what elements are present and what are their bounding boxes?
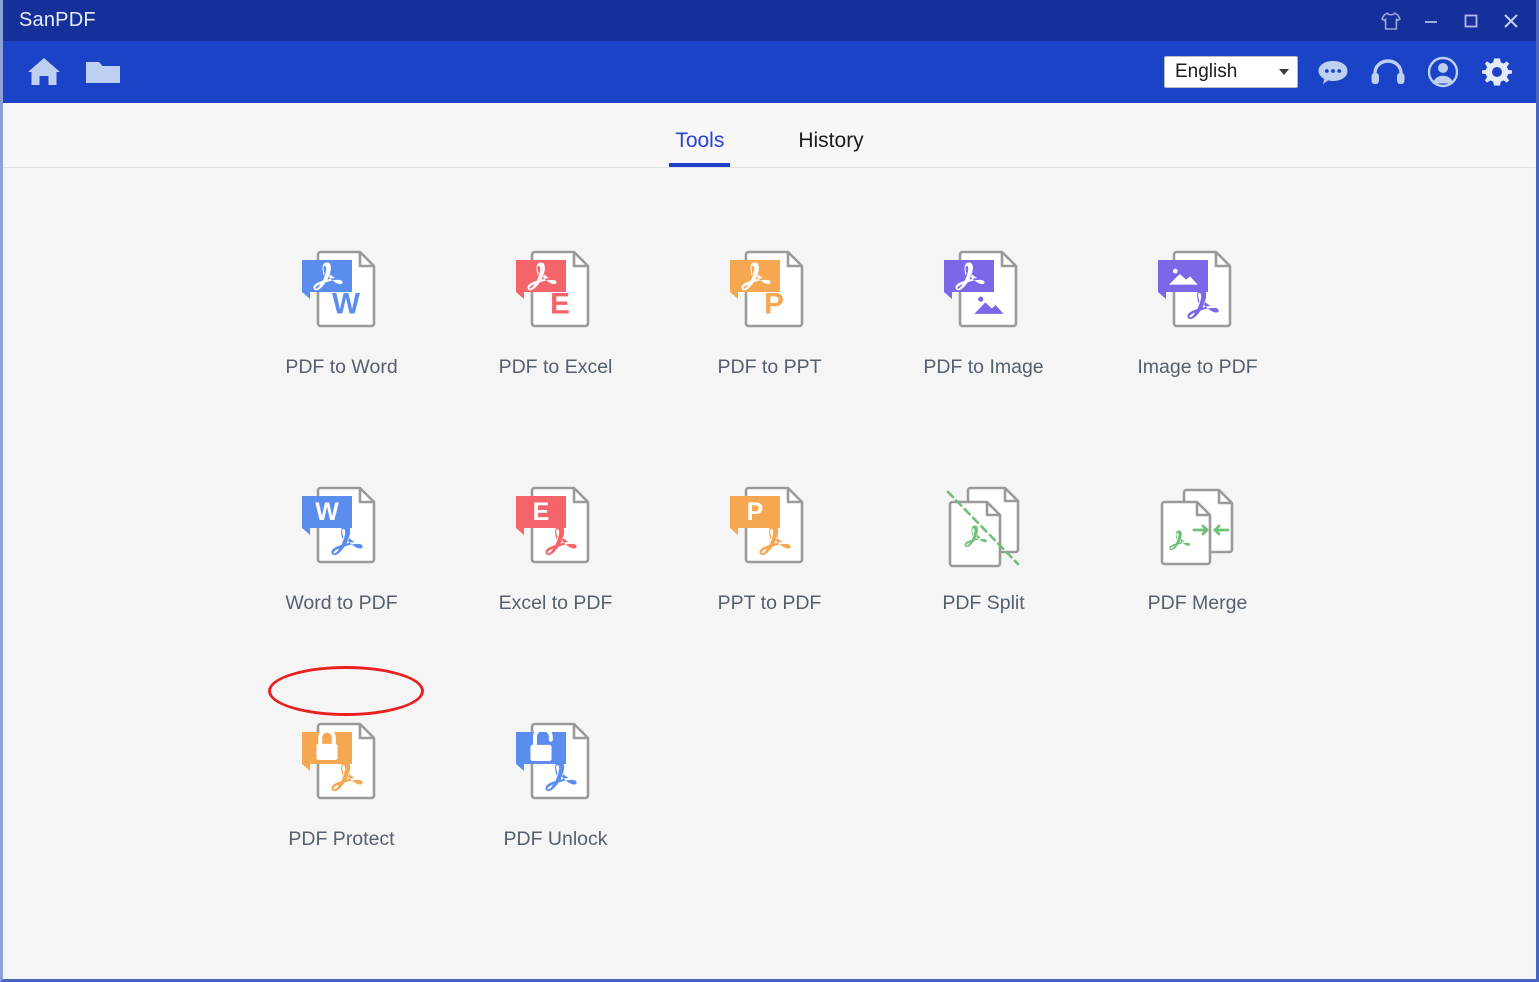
tab-tools[interactable]: Tools <box>669 129 730 167</box>
title-bar: SanPDF <box>3 0 1536 41</box>
word-to-pdf-icon: W <box>296 482 388 574</box>
tool-item-pdf-to-excel[interactable]: E PDF to Excel <box>449 246 663 379</box>
tool-item-label: PPT to PDF <box>718 592 822 615</box>
pdf-to-word-icon: W <box>296 246 388 338</box>
pdf-to-ppt-icon: P <box>724 246 816 338</box>
tab-bar: Tools History <box>3 103 1536 168</box>
app-window: SanPDF <box>0 0 1539 982</box>
gear-icon[interactable] <box>1478 54 1516 90</box>
pdf-to-image-icon <box>938 246 1030 338</box>
svg-text:E: E <box>550 287 570 320</box>
home-icon[interactable] <box>25 55 63 89</box>
pdf-to-excel-icon: E <box>510 246 602 338</box>
tool-item-ppt-to-pdf[interactable]: P PPT to PDF <box>663 482 877 615</box>
tool-item-label: PDF Split <box>942 592 1024 615</box>
tool-item-pdf-split[interactable]: PDF Split <box>877 482 1091 615</box>
pdf-split-icon <box>938 482 1030 574</box>
svg-text:E: E <box>532 498 549 526</box>
tab-tools-label: Tools <box>675 129 724 152</box>
svg-text:W: W <box>332 287 360 320</box>
tool-item-label: PDF to PPT <box>717 356 821 379</box>
tool-item-label: Excel to PDF <box>499 592 613 615</box>
skin-icon[interactable] <box>1372 4 1410 38</box>
tool-item-label: PDF to Excel <box>499 356 613 379</box>
tool-item-excel-to-pdf[interactable]: E Excel to PDF <box>449 482 663 615</box>
tab-history-label: History <box>798 129 863 152</box>
app-title: SanPDF <box>19 9 96 32</box>
language-value: English <box>1175 61 1279 83</box>
chat-icon[interactable] <box>1314 55 1352 89</box>
tool-item-pdf-to-word[interactable]: W PDF to Word <box>235 246 449 379</box>
tool-item-pdf-to-ppt[interactable]: P PDF to PPT <box>663 246 877 379</box>
pdf-unlock-icon <box>510 718 602 810</box>
svg-text:W: W <box>315 498 339 526</box>
window-controls <box>1372 0 1530 41</box>
headset-icon[interactable] <box>1368 55 1408 89</box>
pdf-protect-icon <box>296 718 388 810</box>
tool-item-image-to-pdf[interactable]: Image to PDF <box>1091 246 1305 379</box>
tool-grid: W PDF to Word E PDF to Excel P PDF to PP… <box>3 246 1536 851</box>
tab-history[interactable]: History <box>792 129 869 167</box>
excel-to-pdf-icon: E <box>510 482 602 574</box>
minimize-icon[interactable] <box>1412 4 1450 38</box>
language-select[interactable]: English <box>1164 56 1298 88</box>
chevron-down-icon <box>1279 69 1289 75</box>
image-to-pdf-icon <box>1152 246 1244 338</box>
ppt-to-pdf-icon: P <box>724 482 816 574</box>
tool-item-pdf-unlock[interactable]: PDF Unlock <box>449 718 663 851</box>
svg-text:P: P <box>764 287 784 320</box>
user-avatar-icon[interactable] <box>1424 54 1462 90</box>
maximize-icon[interactable] <box>1452 4 1490 38</box>
pdf-merge-icon <box>1152 482 1244 574</box>
main-toolbar: English <box>3 41 1536 103</box>
folder-icon[interactable] <box>83 55 123 89</box>
tool-item-label: PDF Protect <box>288 828 394 851</box>
tool-item-label: PDF to Image <box>923 356 1043 379</box>
tool-item-label: PDF to Word <box>285 356 397 379</box>
tool-item-label: PDF Merge <box>1148 592 1248 615</box>
tool-item-label: PDF Unlock <box>503 828 607 851</box>
tool-item-label: Image to PDF <box>1137 356 1257 379</box>
tool-item-label: Word to PDF <box>285 592 397 615</box>
tool-item-pdf-merge[interactable]: PDF Merge <box>1091 482 1305 615</box>
tool-item-word-to-pdf[interactable]: W Word to PDF <box>235 482 449 615</box>
close-icon[interactable] <box>1492 4 1530 38</box>
tools-content: W PDF to Word E PDF to Excel P PDF to PP… <box>3 168 1536 978</box>
tool-item-pdf-to-image[interactable]: PDF to Image <box>877 246 1091 379</box>
svg-text:P: P <box>746 498 763 526</box>
tool-item-pdf-protect[interactable]: PDF Protect <box>235 718 449 851</box>
